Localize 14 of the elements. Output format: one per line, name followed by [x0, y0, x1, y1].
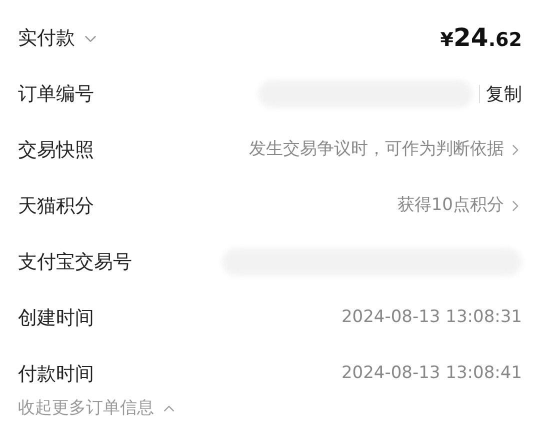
copy-button[interactable]: 复制 [486, 80, 522, 108]
row-label: 天猫积分 [18, 194, 94, 219]
row-label: 创建时间 [18, 306, 94, 331]
price-text: ¥24.62 [440, 22, 522, 54]
row-value: 2024-08-13 13:08:41 [341, 362, 522, 386]
row-label: 交易快照 [18, 138, 94, 163]
row-label: 支付宝交易号 [18, 250, 132, 275]
row-label: 付款时间 [18, 362, 94, 387]
row-label: 实付款 [18, 26, 75, 51]
row-value[interactable]: 获得10点积分 [397, 193, 504, 219]
row-value: 2024-08-13 13:08:31 [341, 306, 522, 330]
row-label: 订单编号 [18, 82, 94, 107]
collapse-link[interactable]: 收起更多订单信息 [18, 396, 154, 422]
row-value[interactable]: 发生交易争议时，可作为判断依据 [249, 137, 504, 163]
